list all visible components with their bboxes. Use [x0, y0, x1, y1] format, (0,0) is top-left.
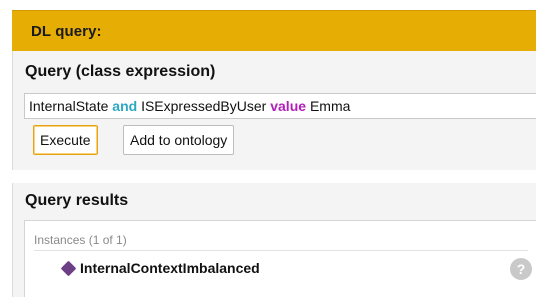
- top-strip: [0, 0, 536, 10]
- result-item-label: InternalContextImbalanced: [80, 260, 260, 276]
- result-item[interactable]: InternalContextImbalanced: [60, 258, 260, 278]
- expression-term: Emma: [309, 98, 351, 114]
- dl-query-window: DL query: Query (class expression) Inter…: [0, 0, 536, 297]
- dl-query-header: DL query:: [12, 10, 536, 51]
- expression-keyword-and: and: [112, 98, 138, 114]
- results-heading: Query results: [25, 192, 129, 209]
- panel-divider: [12, 170, 536, 183]
- header-title: DL query:: [31, 23, 102, 40]
- add-to-ontology-button[interactable]: Add to ontology: [123, 125, 235, 155]
- expression-term: InternalState: [29, 98, 109, 114]
- instances-section-label: Instances (1 of 1): [34, 233, 127, 247]
- execute-button[interactable]: Execute: [33, 125, 98, 155]
- expression-term: ISExpressedByUser: [141, 98, 267, 114]
- expression-keyword-value: value: [270, 98, 307, 114]
- results-list: Instances (1 of 1) InternalContextImbala…: [24, 220, 536, 297]
- help-icon[interactable]: ?: [510, 258, 532, 280]
- query-panel: Query (class expression) InternalState a…: [12, 51, 536, 170]
- class-expression-input[interactable]: InternalState and ISExpressedByUser valu…: [24, 93, 536, 119]
- individual-diamond-icon: [60, 260, 77, 276]
- results-panel: Query results Instances (1 of 1) Interna…: [12, 183, 536, 297]
- query-heading: Query (class expression): [25, 63, 216, 80]
- section-separator: [34, 250, 528, 251]
